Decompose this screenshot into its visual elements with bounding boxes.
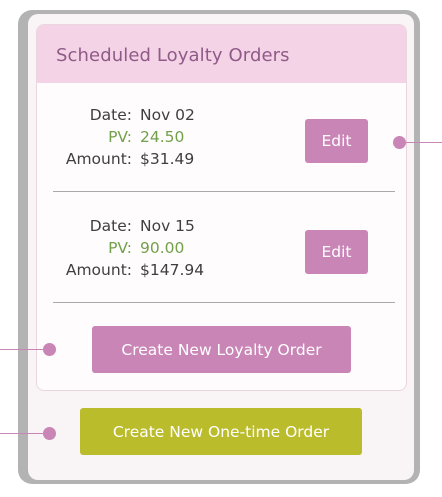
order-pv: 90.00: [140, 239, 185, 257]
callout-line: [0, 349, 48, 350]
pv-label: PV:: [108, 128, 132, 146]
amount-label: Amount:: [65, 261, 132, 279]
panel-header: Scheduled Loyalty Orders: [37, 25, 406, 83]
edit-order-button[interactable]: Edit: [305, 119, 368, 163]
loyalty-order-row: Date: Nov 15 PV: 90.00 Amount: $147.94 E…: [37, 216, 406, 286]
loyalty-order-row: Date: Nov 02 PV: 24.50 Amount: $31.49 Ed…: [37, 105, 406, 175]
order-pv: 24.50: [140, 128, 185, 146]
date-label: Date:: [89, 217, 132, 235]
callout-line: [0, 433, 48, 434]
order-date: Nov 15: [140, 217, 195, 235]
panel-title: Scheduled Loyalty Orders: [56, 45, 290, 66]
divider: [53, 302, 395, 303]
pv-label: PV:: [108, 239, 132, 257]
divider: [53, 191, 395, 192]
order-amount: $31.49: [140, 150, 195, 168]
callout-dot: [43, 427, 56, 440]
create-loyalty-order-button[interactable]: Create New Loyalty Order: [92, 326, 351, 373]
loyalty-orders-panel: Scheduled Loyalty Orders Date: Nov 02 PV…: [36, 24, 407, 391]
create-onetime-order-button[interactable]: Create New One-time Order: [80, 408, 362, 455]
callout-dot: [43, 343, 56, 356]
callout-dot: [393, 136, 406, 149]
amount-label: Amount:: [65, 150, 132, 168]
date-label: Date:: [89, 106, 132, 124]
edit-order-button[interactable]: Edit: [305, 230, 368, 274]
order-amount: $147.94: [140, 261, 205, 279]
order-date: Nov 02: [140, 106, 195, 124]
